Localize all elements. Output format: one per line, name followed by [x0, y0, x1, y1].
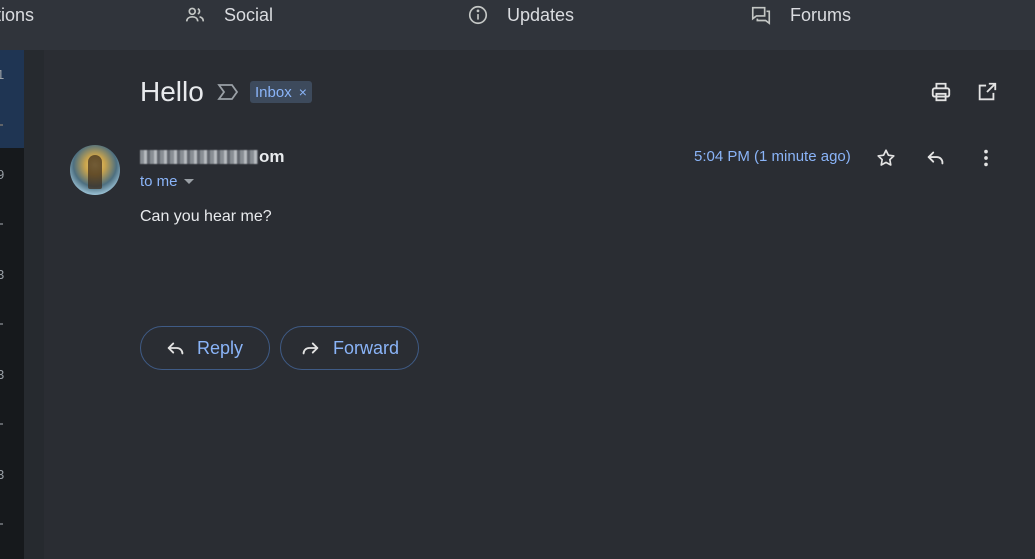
- list-count: 3: [0, 467, 5, 482]
- forward-icon: [299, 337, 321, 359]
- message-body: Can you hear me?: [140, 208, 272, 225]
- list-count: 3: [0, 367, 5, 382]
- recipient-details-toggle[interactable]: to me: [140, 173, 194, 190]
- tab-social-label: Social: [224, 4, 274, 25]
- inbox-label-chip: Inbox ×: [250, 81, 312, 103]
- tab-promotions[interactable]: tions: [0, 0, 34, 30]
- forward-button[interactable]: Forward: [280, 326, 419, 370]
- info-icon: [467, 4, 489, 26]
- selected-row-highlight: [0, 50, 24, 148]
- list-divider: [0, 223, 3, 225]
- message-list-edge: 1 9 3 3 3: [0, 50, 24, 559]
- recipient-label: to me: [140, 173, 178, 190]
- avatar-figure: [88, 155, 102, 189]
- sender-address-suffix: om: [259, 147, 285, 166]
- list-divider: [0, 323, 3, 325]
- reply-button[interactable]: Reply: [140, 326, 270, 370]
- tab-promotions-label: tions: [0, 4, 35, 25]
- remove-label-button[interactable]: ×: [299, 84, 307, 100]
- reply-button-label: Reply: [197, 337, 244, 358]
- list-count: 3: [0, 267, 5, 282]
- tab-forums-label: Forums: [790, 4, 852, 25]
- email-subject: Hello: [140, 76, 204, 107]
- redacted-sender-name: [140, 150, 258, 164]
- tab-updates-label: Updates: [507, 4, 575, 25]
- forum-icon: [750, 4, 772, 26]
- list-divider: [0, 423, 3, 425]
- list-divider: [0, 523, 3, 525]
- tab-updates[interactable]: Updates: [467, 0, 574, 30]
- list-divider: [0, 124, 3, 126]
- list-count: 9: [0, 167, 5, 182]
- open-in-new-window-icon[interactable]: [975, 80, 999, 104]
- sender-avatar[interactable]: [70, 145, 120, 195]
- print-icon[interactable]: [929, 80, 953, 104]
- tab-social[interactable]: Social: [184, 0, 273, 30]
- tab-forums[interactable]: Forums: [750, 0, 851, 30]
- people-icon: [184, 4, 206, 26]
- inbox-label-text: Inbox: [255, 83, 292, 101]
- sender-address[interactable]: om: [140, 147, 285, 167]
- chevron-down-icon: [183, 179, 194, 184]
- more-options-icon[interactable]: [974, 146, 998, 170]
- pane-gutter: [24, 50, 44, 559]
- forward-button-label: Forward: [333, 337, 400, 358]
- list-count: 1: [0, 67, 5, 82]
- message-timestamp: 5:04 PM (1 minute ago): [694, 148, 851, 165]
- star-icon[interactable]: [874, 146, 898, 170]
- importance-marker-icon[interactable]: [217, 82, 239, 107]
- category-tab-bar: tions Social Updates Forums: [0, 0, 1035, 50]
- reply-icon[interactable]: [924, 146, 948, 170]
- reply-icon: [165, 337, 187, 359]
